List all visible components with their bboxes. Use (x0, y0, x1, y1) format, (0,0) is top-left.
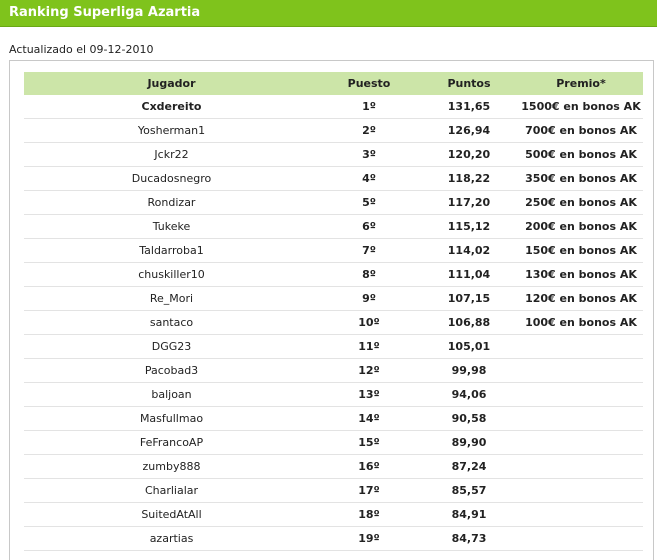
position-cell: 17º (358, 484, 380, 497)
position-cell: 5º (362, 196, 376, 209)
table-row: azartias 19º 84,73 (24, 527, 643, 551)
points-cell: 106,88 (447, 316, 491, 329)
points-cell: 115,12 (447, 220, 491, 233)
player-name-cell: Taldarroba1 (139, 244, 204, 257)
prize-cell: 200€ en bonos AK (525, 220, 637, 233)
prize-cell: 350€ en bonos AK (525, 172, 637, 185)
position-cell: 13º (358, 388, 380, 401)
prize-cell: 120€ en bonos AK (525, 292, 637, 305)
points-cell: 89,90 (451, 436, 487, 449)
player-name-cell: Re_Mori (149, 292, 194, 305)
points-cell: 126,94 (447, 124, 491, 137)
position-cell: 11º (358, 340, 380, 353)
position-cell: 2º (362, 124, 376, 137)
player-name-cell: zumby888 (142, 460, 201, 473)
points-cell: 87,24 (451, 460, 487, 473)
column-header-points: Puntos (447, 77, 491, 90)
player-name-cell: SuitedAtAll (141, 508, 202, 521)
position-cell: 15º (358, 436, 380, 449)
position-cell: 14º (358, 412, 380, 425)
points-cell: 120,20 (447, 148, 491, 161)
position-cell: 4º (362, 172, 376, 185)
points-cell: 84,91 (451, 508, 487, 521)
position-cell: 7º (362, 244, 376, 257)
points-cell: 105,01 (447, 340, 491, 353)
prize-cell: 250€ en bonos AK (525, 196, 637, 209)
prize-cell: 700€ en bonos AK (525, 124, 637, 137)
table-row: Masfullmao 14º 90,58 (24, 407, 643, 431)
table-row: baljoan 13º 94,06 (24, 383, 643, 407)
table-row: FeFrancoAP 15º 89,90 (24, 431, 643, 455)
prize-cell: 130€ en bonos AK (525, 268, 637, 281)
table-row: DGG23 11º 105,01 (24, 335, 643, 359)
position-cell: 6º (362, 220, 376, 233)
points-cell: 117,20 (447, 196, 491, 209)
table-row: chuskiller10 8º 111,04 130€ en bonos AK (24, 263, 643, 287)
prize-cell: 100€ en bonos AK (525, 316, 637, 329)
player-name-cell: Cxdereito (141, 100, 202, 113)
table-row: Charlialar 17º 85,57 (24, 479, 643, 503)
points-cell: 84,73 (451, 532, 487, 545)
player-name-cell: Rondizar (147, 196, 196, 209)
points-cell: 94,06 (451, 388, 487, 401)
table-row: santaco 10º 106,88 100€ en bonos AK (24, 311, 643, 335)
prize-cell: 500€ en bonos AK (525, 148, 637, 161)
table-header: Jugador Puesto Puntos Premio* (24, 72, 643, 95)
column-header-prize: Premio* (556, 77, 606, 90)
table-row: Ducadosnegro 4º 118,22 350€ en bonos AK (24, 167, 643, 191)
page-title: Ranking Superliga Azartia (9, 5, 201, 20)
table-row: Cxdereito 1º 131,65 1500€ en bonos AK (24, 95, 643, 119)
table-row: Tukeke 6º 115,12 200€ en bonos AK (24, 215, 643, 239)
player-name-cell: Jckr22 (154, 148, 189, 161)
position-cell: 16º (358, 460, 380, 473)
player-name-cell: baljoan (151, 388, 192, 401)
player-name-cell: azartias (149, 532, 194, 545)
points-cell: 131,65 (447, 100, 491, 113)
position-cell: 8º (362, 268, 376, 281)
table-row: SuitedAtAll 18º 84,91 (24, 503, 643, 527)
points-cell: 118,22 (447, 172, 491, 185)
player-name-cell: Yosherman1 (137, 124, 206, 137)
player-name-cell: DGG23 (151, 340, 192, 353)
table-row: zumby888 16º 87,24 (24, 455, 643, 479)
column-header-position: Puesto (347, 77, 391, 90)
table-row: Taldarroba1 7º 114,02 150€ en bonos AK (24, 239, 643, 263)
player-name-cell: Tukeke (152, 220, 191, 233)
points-cell: 111,04 (447, 268, 491, 281)
player-name-cell: chuskiller10 (138, 268, 205, 281)
player-name-cell: Ducadosnegro (131, 172, 212, 185)
points-cell: 99,98 (451, 364, 487, 377)
ranking-table-body: Cxdereito 1º 131,65 1500€ en bonos AK Yosher… (24, 95, 643, 551)
table-row: Rondizar 5º 117,20 250€ en bonos AK (24, 191, 643, 215)
prize-cell: 150€ en bonos AK (525, 244, 637, 257)
position-cell: 3º (362, 148, 376, 161)
table-row: Jckr22 3º 120,20 500€ en bonos AK (24, 143, 643, 167)
column-header-player: Jugador (147, 77, 196, 90)
position-cell: 1º (362, 100, 376, 113)
points-cell: 114,02 (447, 244, 491, 257)
position-cell: 10º (358, 316, 380, 329)
player-name-cell: Masfullmao (139, 412, 204, 425)
player-name-cell: santaco (149, 316, 194, 329)
position-cell: 12º (358, 364, 380, 377)
points-cell: 107,15 (447, 292, 491, 305)
player-name-cell: FeFrancoAP (139, 436, 204, 449)
position-cell: 18º (358, 508, 380, 521)
points-cell: 90,58 (451, 412, 487, 425)
header-bar: Ranking Superliga Azartia (0, 0, 657, 27)
position-cell: 9º (362, 292, 376, 305)
table-row: Pacobad3 12º 99,98 (24, 359, 643, 383)
player-name-cell: Charlialar (144, 484, 199, 497)
points-cell: 85,57 (451, 484, 487, 497)
prize-cell: 1500€ en bonos AK (521, 100, 641, 113)
position-cell: 19º (358, 532, 380, 545)
table-row: Re_Mori 9º 107,15 120€ en bonos AK (24, 287, 643, 311)
player-name-cell: Pacobad3 (144, 364, 199, 377)
updated-date: Actualizado el 09-12-2010 (9, 43, 154, 56)
table-row: Yosherman1 2º 126,94 700€ en bonos AK (24, 119, 643, 143)
